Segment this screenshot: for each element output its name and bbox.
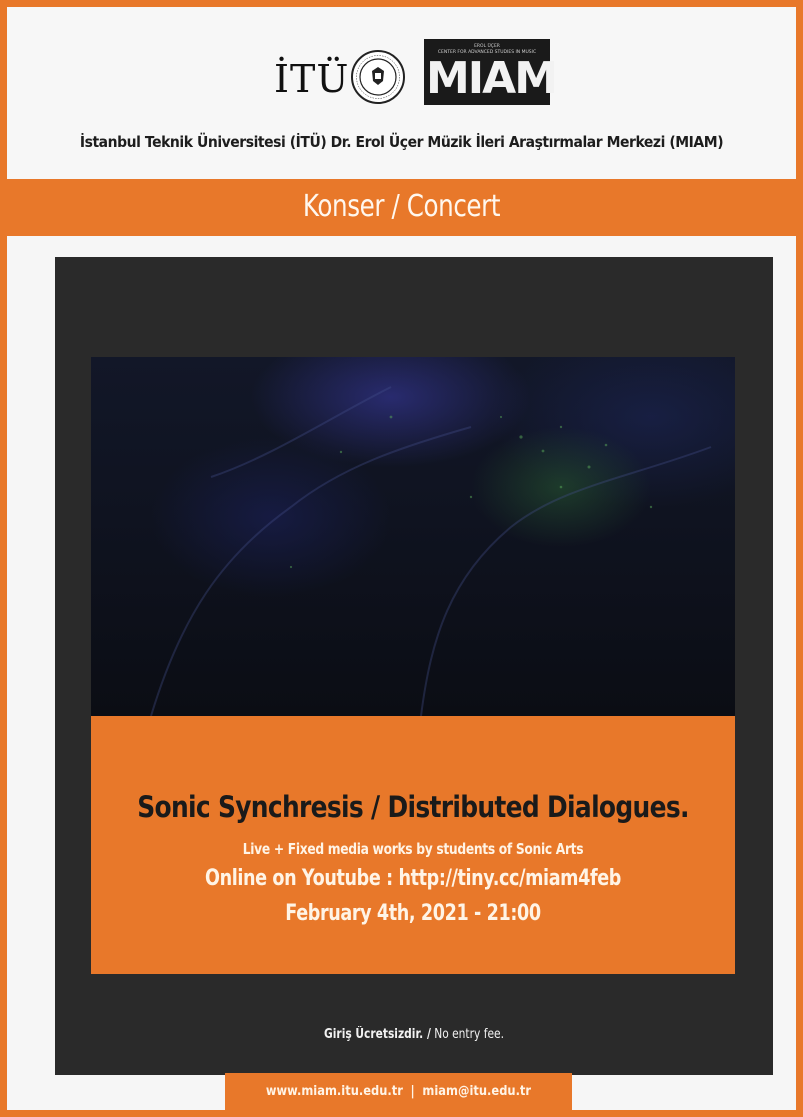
itu-logo: İTÜ: [274, 57, 350, 101]
entry-fee-normal: No entry fee.: [430, 1027, 504, 1042]
concert-band: Konser / Concert: [7, 179, 796, 236]
itu-seal-icon: [351, 50, 405, 104]
event-online-link[interactable]: Online on Youtube : http://tiny.cc/miam4…: [155, 866, 670, 891]
miam-logo: EROL ÜÇER CENTER FOR ADVANCED STUDIES IN…: [424, 39, 558, 105]
entry-fee-note: Giriş Ücretsizdir. / No entry fee.: [120, 1027, 709, 1042]
footer-contacts: www.miam.itu.edu.tr | miam@itu.edu.tr: [251, 1083, 546, 1099]
website-link[interactable]: www.miam.itu.edu.tr: [266, 1083, 403, 1099]
forest-image: [150, 386, 712, 716]
event-title: Sonic Synchresis / Distributed Dialogues…: [137, 790, 689, 824]
contact-footer: www.miam.itu.edu.tr | miam@itu.edu.tr: [225, 1073, 572, 1110]
institution-line: İstanbul Teknik Üniversitesi (İTÜ) Dr. E…: [79, 133, 724, 151]
entry-fee-bold: Giriş Ücretsizdir. /: [324, 1027, 431, 1042]
event-date: February 4th, 2021 - 21:00: [285, 901, 541, 926]
email-link[interactable]: miam@itu.edu.tr: [422, 1083, 531, 1099]
miam-logo-text: MIAM: [426, 53, 558, 104]
event-photo: [91, 357, 735, 716]
event-info-panel: Sonic Synchresis / Distributed Dialogues…: [91, 716, 735, 974]
event-subtitle: Live + Fixed media works by students of …: [242, 840, 584, 858]
event-card: Sonic Synchresis / Distributed Dialogues…: [55, 257, 773, 1075]
logo-row: İTÜ EROL ÜÇER CENTER FOR ADVANCED STUDIE…: [7, 39, 796, 109]
band-title: Konser / Concert: [302, 189, 501, 224]
footer-separator: |: [410, 1083, 415, 1099]
concert-poster: İTÜ EROL ÜÇER CENTER FOR ADVANCED STUDIE…: [0, 0, 803, 1117]
poster-header: İTÜ EROL ÜÇER CENTER FOR ADVANCED STUDIE…: [7, 7, 796, 179]
